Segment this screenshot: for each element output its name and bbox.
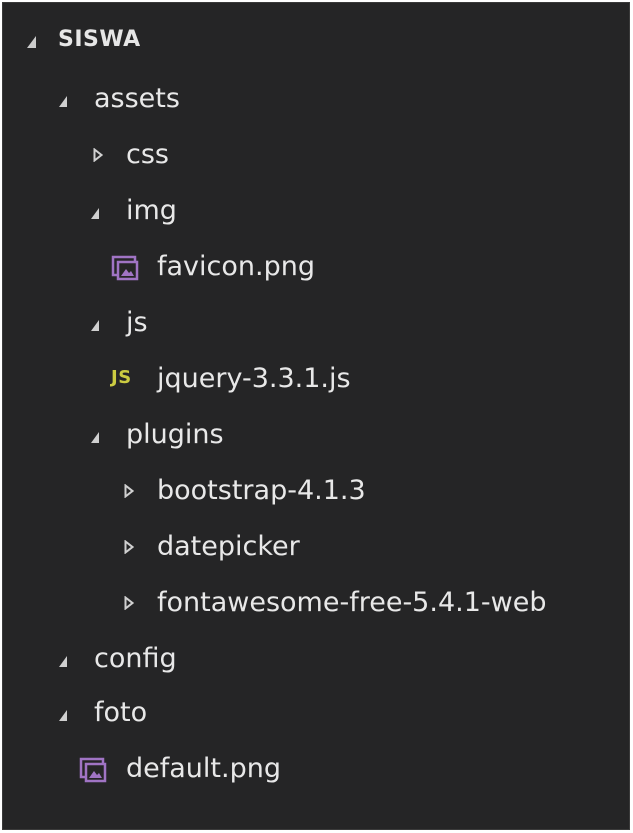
tree-item-label: img bbox=[126, 195, 177, 226]
tree-item-label: config bbox=[94, 643, 177, 674]
chevron-down-icon[interactable] bbox=[59, 96, 67, 107]
explorer-panel: SISWA assets css img favicon.png js JS j… bbox=[2, 2, 630, 830]
tree-item-assets[interactable]: assets bbox=[3, 73, 629, 129]
tree-item-img[interactable]: img bbox=[3, 185, 629, 241]
tree-item-label: css bbox=[126, 139, 169, 170]
tree-item-jquery-js[interactable]: JS jquery-3.3.1.js bbox=[3, 353, 629, 409]
chevron-right-icon[interactable] bbox=[124, 484, 134, 498]
chevron-down-icon[interactable] bbox=[91, 208, 99, 219]
tree-item-label: bootstrap-4.1.3 bbox=[157, 475, 366, 506]
section-title: SISWA bbox=[58, 27, 141, 52]
chevron-down-icon[interactable] bbox=[91, 432, 99, 443]
explorer-section-header[interactable]: SISWA bbox=[3, 15, 629, 71]
image-file-icon bbox=[111, 255, 139, 281]
tree-item-plugins[interactable]: plugins bbox=[3, 409, 629, 465]
tree-item-config[interactable]: config bbox=[3, 633, 629, 689]
tree-item-foto[interactable]: foto bbox=[3, 687, 629, 743]
tree-item-label: fontawesome-free-5.4.1-web bbox=[157, 587, 547, 618]
chevron-down-icon[interactable] bbox=[59, 656, 67, 667]
tree-item-label: jquery-3.3.1.js bbox=[157, 363, 351, 394]
tree-item-label: datepicker bbox=[157, 531, 300, 562]
image-file-icon bbox=[79, 757, 107, 783]
tree-item-fontawesome[interactable]: fontawesome-free-5.4.1-web bbox=[3, 577, 629, 633]
chevron-down-icon[interactable] bbox=[59, 710, 67, 721]
tree-item-css[interactable]: css bbox=[3, 129, 629, 185]
tree-item-js[interactable]: js bbox=[3, 297, 629, 353]
tree-item-label: plugins bbox=[126, 419, 224, 450]
tree-item-label: default.png bbox=[126, 753, 281, 784]
chevron-down-icon[interactable] bbox=[91, 320, 99, 331]
js-file-icon: JS bbox=[111, 367, 132, 388]
section-expanded-icon[interactable] bbox=[27, 36, 36, 48]
chevron-right-icon[interactable] bbox=[93, 148, 103, 162]
tree-item-default-png[interactable]: default.png bbox=[3, 743, 629, 799]
tree-item-label: js bbox=[126, 307, 148, 338]
tree-item-label: assets bbox=[94, 83, 180, 114]
chevron-right-icon[interactable] bbox=[124, 596, 134, 610]
tree-item-favicon-png[interactable]: favicon.png bbox=[3, 241, 629, 297]
tree-item-bootstrap[interactable]: bootstrap-4.1.3 bbox=[3, 465, 629, 521]
tree-item-label: favicon.png bbox=[157, 251, 315, 282]
tree-item-label: foto bbox=[94, 697, 148, 728]
tree-item-datepicker[interactable]: datepicker bbox=[3, 521, 629, 577]
chevron-right-icon[interactable] bbox=[124, 540, 134, 554]
